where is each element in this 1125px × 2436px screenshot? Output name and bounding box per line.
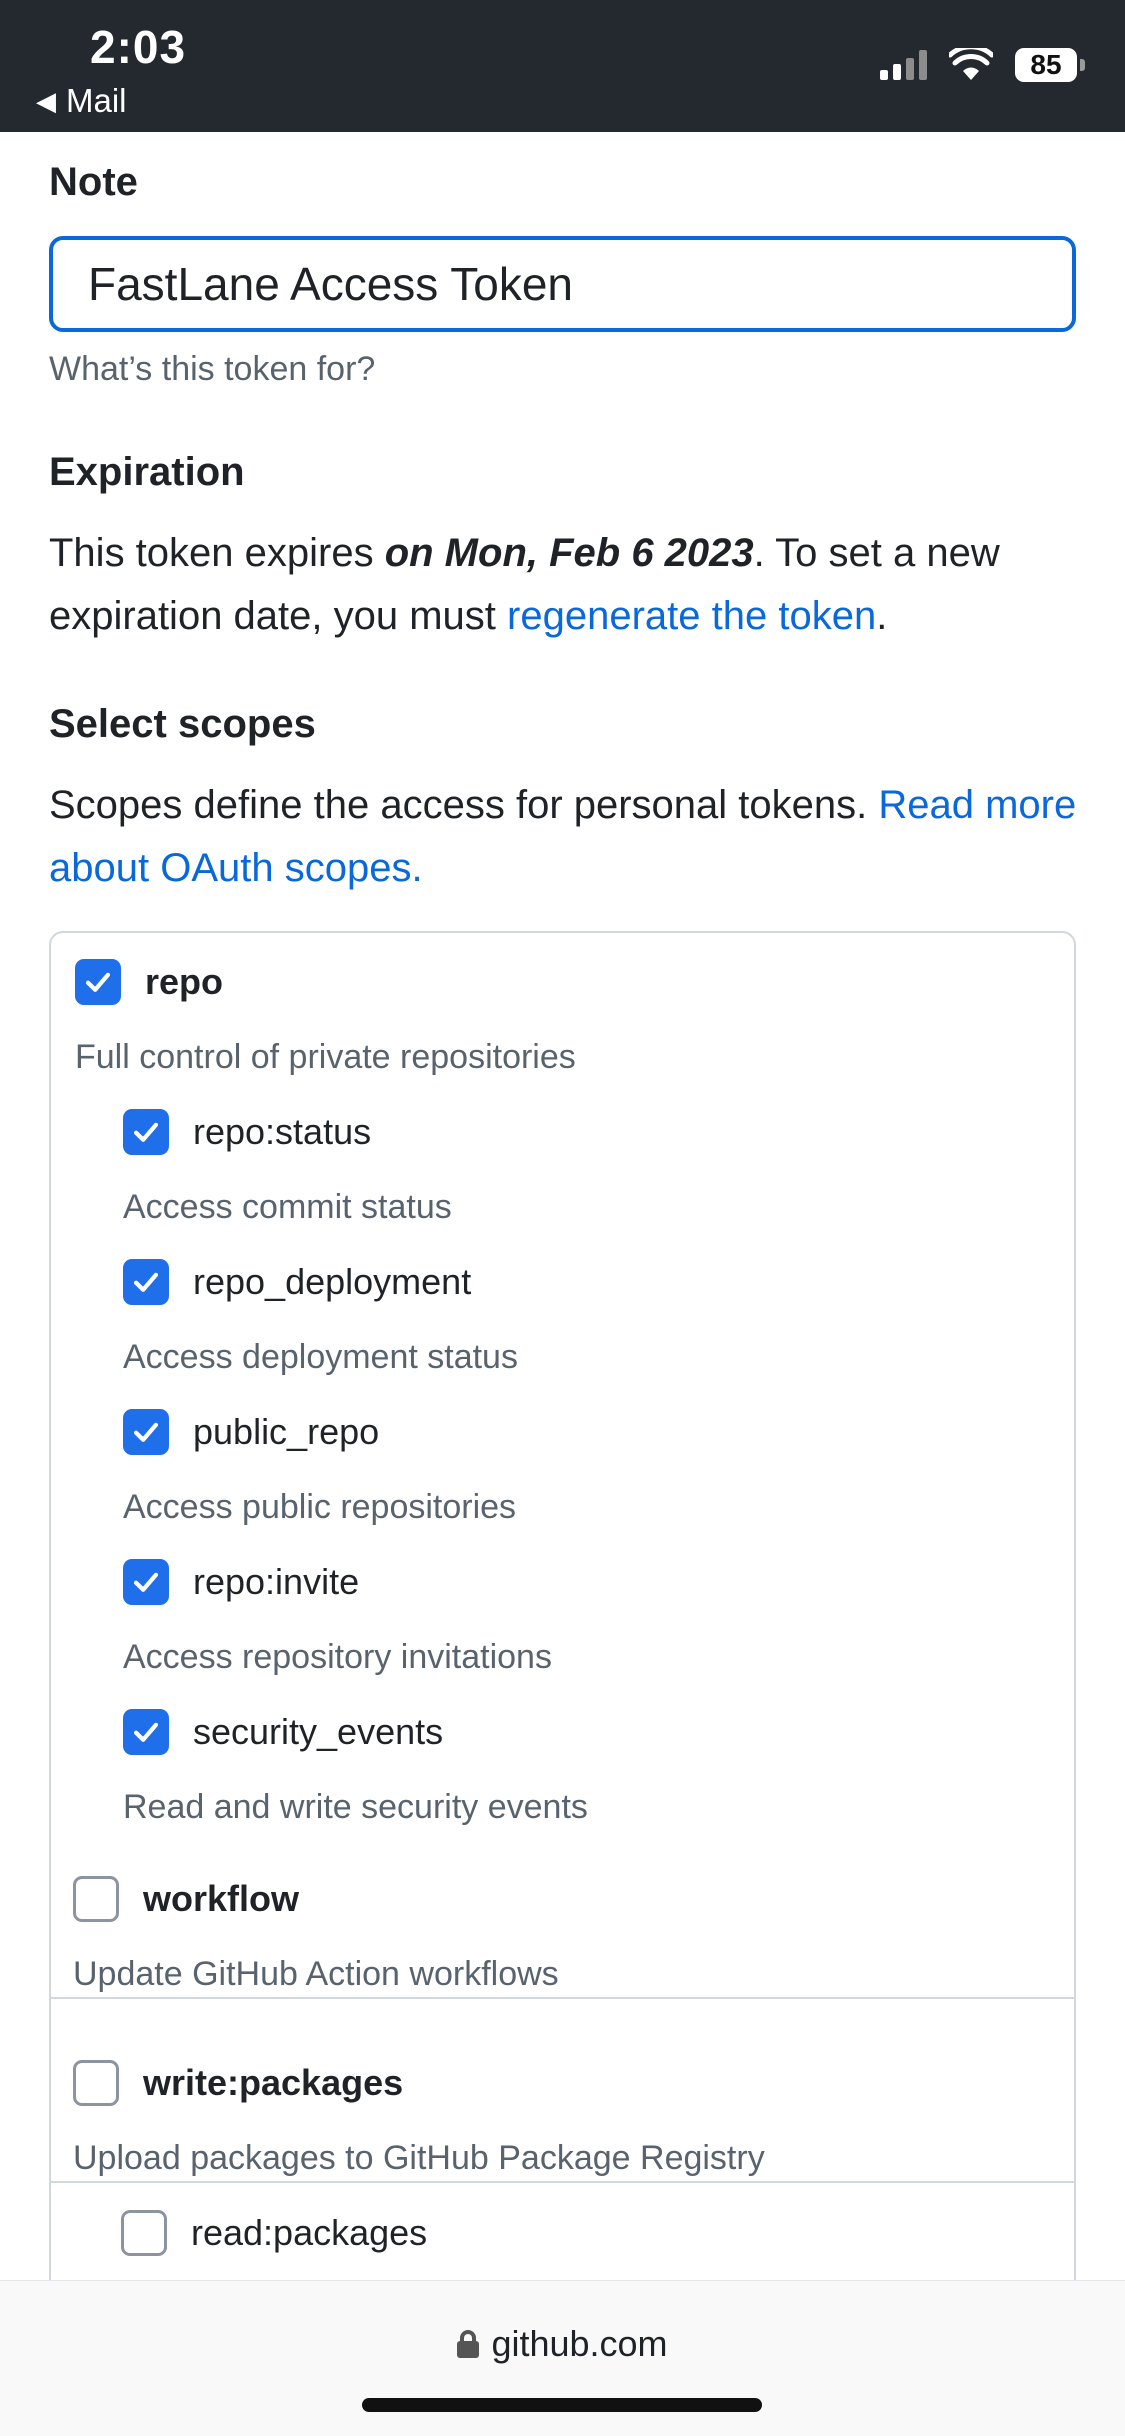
battery-level: 85	[1015, 48, 1077, 82]
note-hint: What’s this token for?	[49, 350, 376, 388]
scope-name: repo	[145, 961, 224, 1002]
scope-repo-status[interactable]: repo:status	[123, 1109, 371, 1155]
checkbox-repo-deployment[interactable]	[123, 1259, 169, 1305]
expiration-text-before: This token expires	[49, 531, 385, 575]
scope-desc: Access repository invitations	[123, 1638, 552, 1676]
scope-desc: Access deployment status	[123, 1338, 518, 1376]
scope-desc: Access public repositories	[123, 1488, 517, 1526]
battery-icon: 85	[1015, 48, 1085, 82]
checkbox-repo-status[interactable]	[123, 1109, 169, 1155]
browser-url-bar[interactable]: github.com	[0, 2280, 1125, 2436]
divider	[51, 2181, 1074, 2183]
scopes-text: Scopes define the access for personal to…	[49, 783, 879, 827]
scope-repo-deployment[interactable]: repo_deployment	[123, 1259, 471, 1305]
scope-repo-invite[interactable]: repo:invite	[123, 1559, 359, 1605]
checkbox-repo-invite[interactable]	[123, 1559, 169, 1605]
checkmark-icon	[133, 1722, 159, 1742]
scope-name: workflow	[143, 1878, 300, 1919]
scope-desc: Full control of private repositories	[75, 1038, 576, 1076]
back-arrow-icon: ◀	[36, 85, 56, 116]
scope-name: repo:status	[193, 1111, 372, 1152]
checkbox-public-repo[interactable]	[123, 1409, 169, 1455]
checkbox-repo[interactable]	[75, 959, 121, 1005]
divider	[51, 1997, 1074, 1999]
scope-desc: Access commit status	[123, 1188, 452, 1226]
expiration-text: This token expires on Mon, Feb 6 2023. T…	[49, 522, 1109, 648]
url-domain: github.com	[491, 2323, 668, 2364]
scope-name: read:packages	[191, 2212, 428, 2253]
lock-icon	[457, 2330, 480, 2358]
scope-name: repo:invite	[193, 1561, 360, 1602]
status-bar: 2:03 ◀ Mail 85	[0, 0, 1125, 132]
status-time: 2:03	[90, 21, 187, 73]
scope-desc: Update GitHub Action workflows	[73, 1955, 559, 1993]
note-input[interactable]: FastLane Access Token	[49, 236, 1076, 332]
checkmark-icon	[85, 972, 111, 992]
scope-name: security_events	[193, 1711, 444, 1752]
expiration-label: Expiration	[49, 450, 245, 494]
url-display[interactable]: github.com	[0, 2323, 1125, 2365]
status-indicators: 85	[880, 48, 1085, 82]
scopes-description: Scopes define the access for personal to…	[49, 774, 1099, 900]
cellular-signal-icon	[880, 50, 927, 80]
checkmark-icon	[133, 1572, 159, 1592]
note-label: Note	[49, 160, 138, 204]
wifi-icon	[949, 48, 993, 80]
scope-public-repo[interactable]: public_repo	[123, 1409, 379, 1455]
scope-desc: Upload packages to GitHub Package Regist…	[73, 2139, 765, 2177]
scope-repo[interactable]: repo	[75, 959, 223, 1005]
checkbox-write-packages[interactable]	[73, 2060, 119, 2106]
checkmark-icon	[133, 1272, 159, 1292]
scope-read-packages[interactable]: read:packages	[121, 2210, 427, 2256]
back-label: Mail	[66, 82, 127, 119]
checkbox-security-events[interactable]	[123, 1709, 169, 1755]
scope-desc: Read and write security events	[123, 1788, 588, 1826]
note-input-value: FastLane Access Token	[88, 258, 573, 310]
expiration-date: on Mon, Feb 6 2023	[384, 531, 754, 575]
scope-name: repo_deployment	[193, 1261, 472, 1302]
scope-name: public_repo	[193, 1411, 380, 1452]
checkmark-icon	[133, 1422, 159, 1442]
back-to-mail-button[interactable]: ◀ Mail	[36, 82, 127, 120]
checkbox-read-packages[interactable]	[121, 2210, 167, 2256]
scope-workflow[interactable]: workflow	[73, 1876, 299, 1922]
checkmark-icon	[133, 1122, 159, 1142]
scope-name: write:packages	[143, 2062, 404, 2103]
scope-security-events[interactable]: security_events	[123, 1709, 443, 1755]
expiration-period: .	[876, 594, 888, 638]
checkbox-workflow[interactable]	[73, 1876, 119, 1922]
scopes-label: Select scopes	[49, 702, 316, 746]
regenerate-token-link[interactable]: regenerate the token	[507, 594, 876, 638]
home-indicator[interactable]	[362, 2398, 762, 2412]
scope-write-packages[interactable]: write:packages	[73, 2060, 403, 2106]
